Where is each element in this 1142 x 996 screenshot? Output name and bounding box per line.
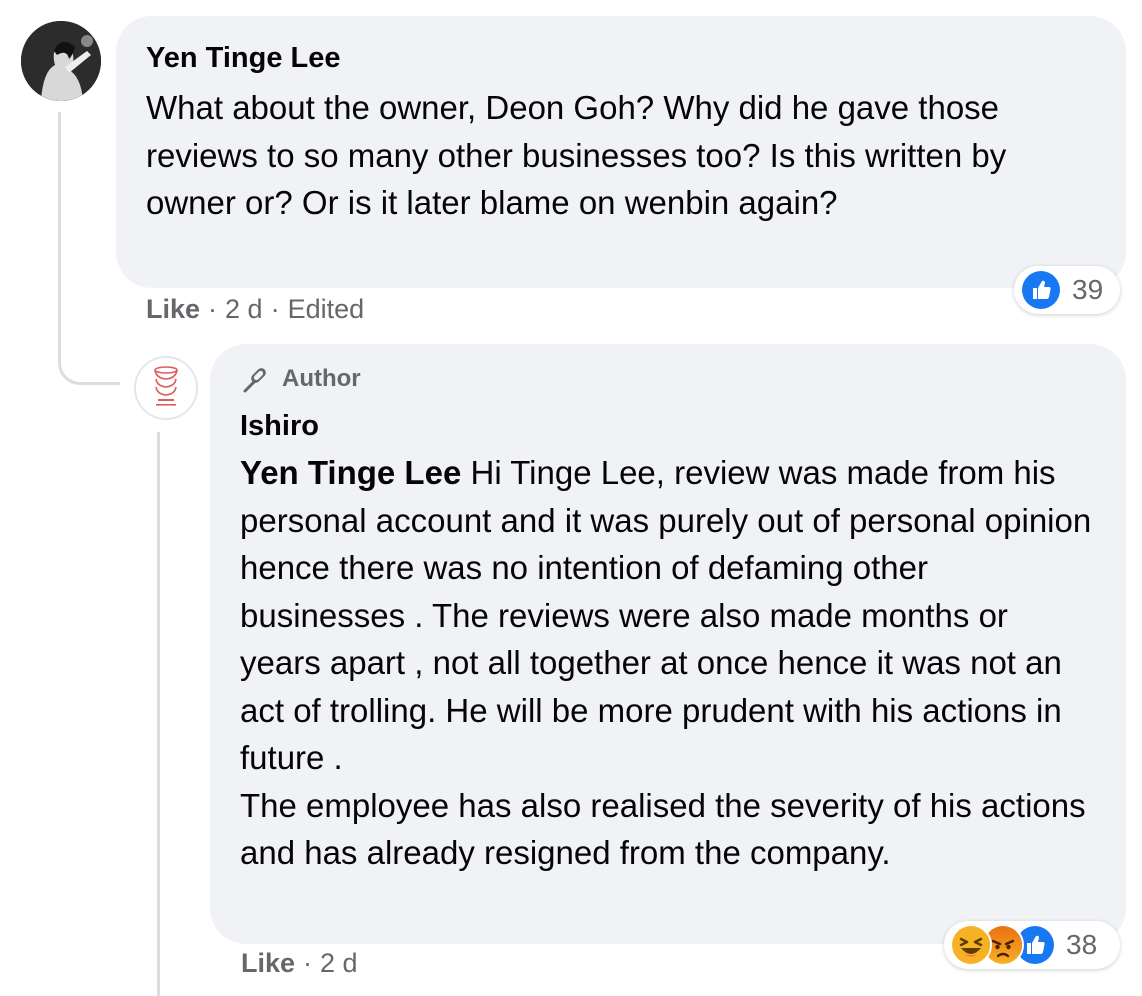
profile-photo-icon	[21, 21, 101, 101]
comment-reactions[interactable]: 39	[1014, 266, 1120, 314]
mention-link[interactable]: Yen Tinge Lee	[240, 454, 461, 491]
comment-actions: Like · 2 d · Edited	[146, 294, 364, 325]
author-badge: Author	[240, 364, 1096, 394]
haha-icon	[950, 924, 992, 966]
author-microphone-icon	[243, 368, 266, 393]
reply-like-button[interactable]: Like	[241, 948, 295, 979]
reply-thread-connector	[157, 432, 160, 996]
comment-author-name[interactable]: Yen Tinge Lee	[146, 40, 1096, 76]
reply-text-para-1: Hi Tinge Lee, review was made from his p…	[240, 454, 1092, 776]
reply-text-para-2: The employee has also realised the sever…	[240, 786, 1086, 872]
comment-reaction-count: 39	[1072, 274, 1104, 305]
comment-text: What about the owner, Deon Goh? Why did …	[146, 89, 1007, 221]
like-icon	[1020, 269, 1062, 311]
author-badge-label: Author	[282, 365, 361, 392]
comment-edited-label[interactable]: Edited	[288, 294, 365, 325]
separator-dot: ·	[303, 948, 313, 978]
comment-timestamp[interactable]: 2 d	[225, 294, 263, 325]
comment-bubble: Yen Tinge Lee What about the owner, Deon…	[116, 16, 1126, 288]
ishiro-logo-icon	[136, 358, 196, 418]
reply-timestamp[interactable]: 2 d	[320, 948, 358, 979]
comment-like-button[interactable]: Like	[146, 294, 200, 325]
avatar-ishiro[interactable]	[134, 356, 198, 420]
separator-dot: ·	[208, 294, 218, 324]
reply-actions: Like · 2 d	[241, 948, 358, 979]
reply-bubble: Author Ishiro Yen Tinge Lee Hi Tinge Lee…	[210, 344, 1126, 944]
thread-connector-curve	[58, 330, 120, 385]
reply-reactions[interactable]: 38	[944, 921, 1120, 969]
reply-author-name[interactable]: Ishiro	[240, 408, 1096, 444]
reply-reaction-count: 38	[1066, 929, 1098, 960]
avatar-yen-tinge-lee[interactable]	[21, 21, 101, 101]
thread-connector	[58, 112, 61, 358]
separator-dot: ·	[270, 294, 280, 324]
reply-text: Yen Tinge Lee Hi Tinge Lee, review was m…	[240, 449, 1096, 877]
